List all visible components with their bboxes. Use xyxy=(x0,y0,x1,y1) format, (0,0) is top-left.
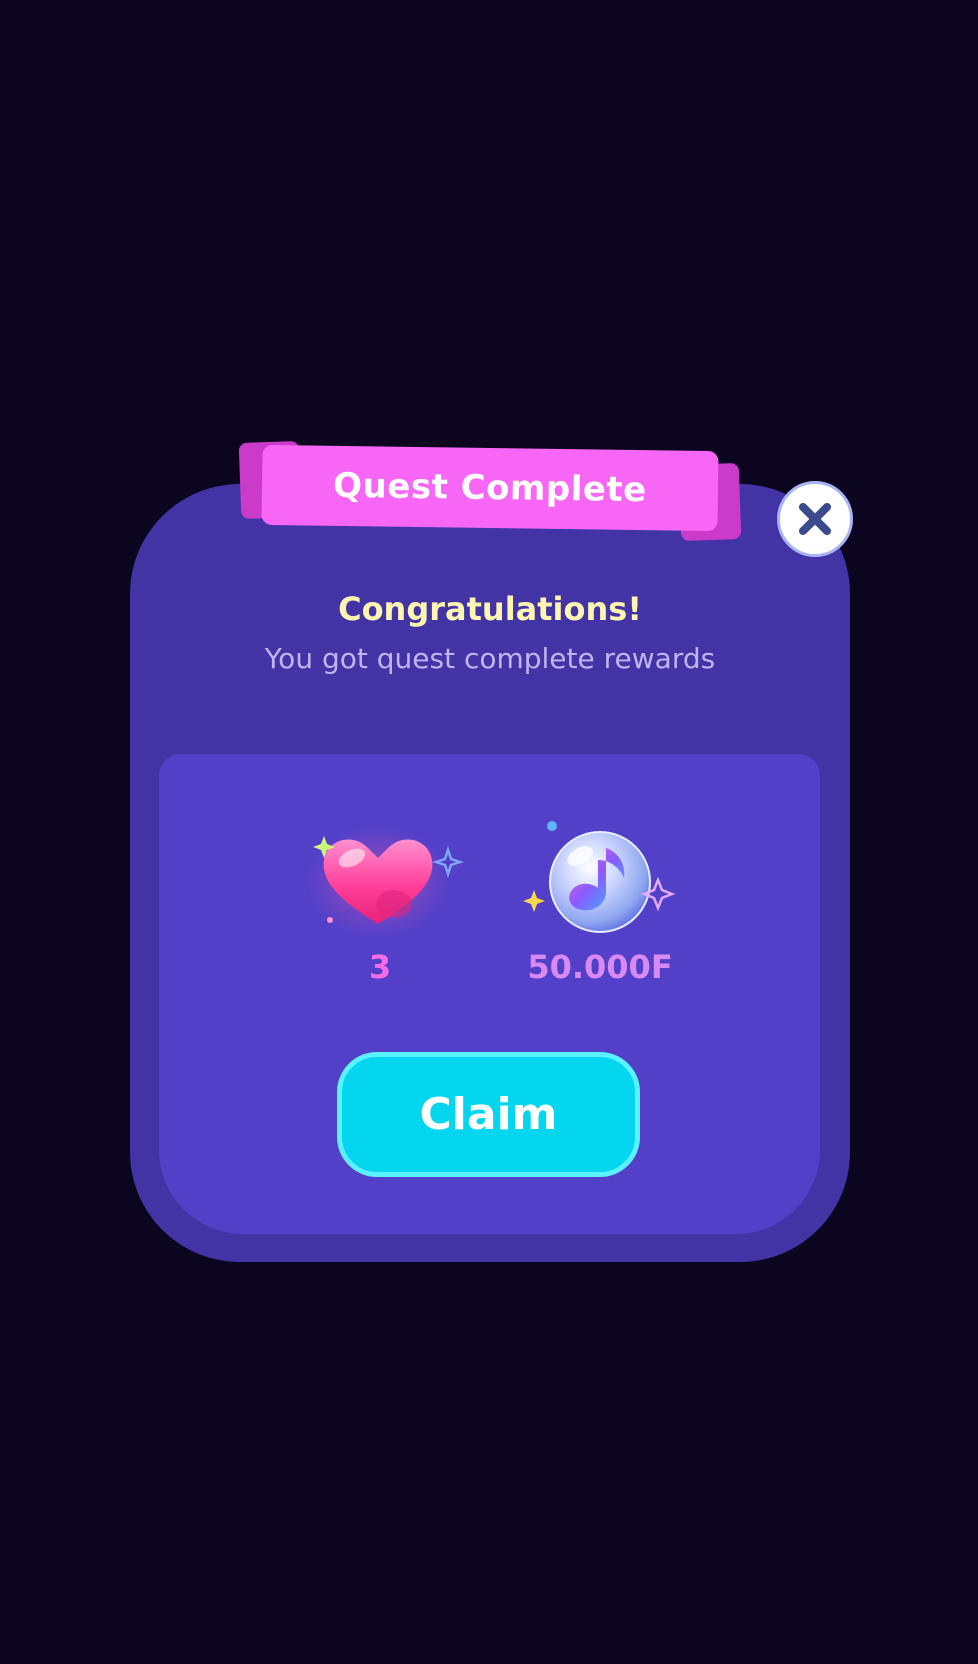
rewards-subtitle: You got quest complete rewards xyxy=(264,642,716,675)
title-ribbon: Quest Complete xyxy=(238,440,742,542)
ribbon-banner: Quest Complete xyxy=(261,444,719,532)
close-button[interactable] xyxy=(777,481,853,557)
heart-icon xyxy=(306,826,464,938)
heart-reward-value: 3 xyxy=(368,948,392,986)
dialog-title: Quest Complete xyxy=(332,465,648,511)
reward-item-heart: 3 xyxy=(290,820,470,986)
claim-button[interactable]: Claim xyxy=(337,1052,640,1177)
orb-reward-value: 50.000F xyxy=(527,948,673,986)
music-orb-icon xyxy=(523,821,676,933)
close-icon xyxy=(799,503,831,535)
congratulations-heading: Congratulations! xyxy=(338,590,642,628)
claim-button-label: Claim xyxy=(419,1089,558,1140)
reward-item-music-orb: 50.000F xyxy=(510,820,690,986)
game-screen: Quest Complete Congratulations! You got … xyxy=(0,0,978,1664)
